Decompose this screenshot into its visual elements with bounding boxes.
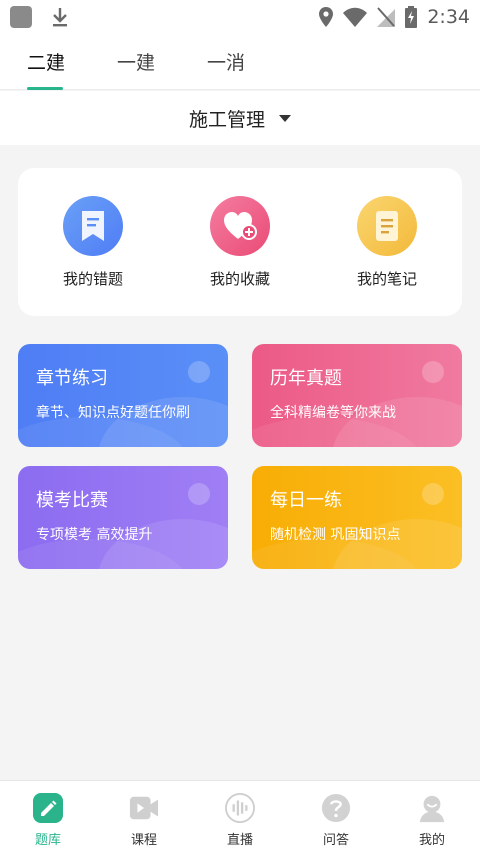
- quick-label-notes: 我的笔记: [356, 270, 417, 288]
- status-bar: 2:34: [0, 0, 480, 34]
- nav-label: 课程: [130, 833, 157, 848]
- note-icon: [357, 196, 417, 256]
- past-exams-card[interactable]: 历年真题 全科精编卷等你来战: [252, 344, 462, 447]
- subject-label: 施工管理: [188, 108, 265, 131]
- card-subtitle: 全科精编卷等你来战: [270, 405, 396, 421]
- decorative-dot: [422, 361, 444, 383]
- decorative-dot: [422, 483, 444, 505]
- nav-courses[interactable]: 课程: [104, 793, 184, 848]
- mock-exam-card[interactable]: 模考比赛 专项模考 高效提升: [18, 466, 228, 569]
- card-title: 每日一练: [270, 490, 342, 511]
- quick-label-mistakes: 我的错题: [62, 270, 123, 288]
- quick-actions-card: 我的错题 我的收藏 我的笔记: [18, 168, 462, 316]
- nav-question-bank[interactable]: 题库: [8, 793, 88, 848]
- nav-label: 直播: [226, 833, 253, 848]
- exam-tabs: 二建 一建 一消: [0, 34, 480, 90]
- decorative-dot: [188, 483, 210, 505]
- battery-charging-icon: [405, 6, 418, 28]
- heart-plus-icon: [210, 196, 270, 256]
- tab-yixiao[interactable]: 一消: [207, 48, 245, 75]
- clock: 2:34: [427, 6, 470, 28]
- app-notification-icon: [10, 6, 32, 28]
- bookmark-list-icon: [63, 196, 123, 256]
- location-icon: [319, 7, 334, 27]
- nav-label: 我的: [418, 833, 445, 848]
- nav-label: 题库: [34, 833, 61, 848]
- tab-erjian[interactable]: 二建: [27, 48, 65, 75]
- pencil-icon: [33, 793, 63, 823]
- daily-practice-card[interactable]: 每日一练 随机检测 巩固知识点: [252, 466, 462, 569]
- my-notes-button[interactable]: 我的笔记: [332, 196, 442, 289]
- card-title: 章节练习: [36, 368, 108, 389]
- no-signal-icon: [377, 7, 396, 27]
- my-mistakes-button[interactable]: 我的错题: [38, 196, 148, 289]
- quick-label-favorites: 我的收藏: [209, 270, 270, 288]
- active-tab-indicator: [27, 87, 63, 90]
- nav-profile[interactable]: 我的: [392, 793, 472, 848]
- nav-qa[interactable]: 问答: [296, 793, 376, 848]
- profile-icon: [417, 793, 447, 823]
- my-favorites-button[interactable]: 我的收藏: [185, 196, 295, 289]
- video-play-icon: [129, 793, 159, 823]
- wifi-icon: [343, 7, 368, 27]
- card-title: 历年真题: [270, 368, 342, 389]
- tab-yijian[interactable]: 一建: [117, 48, 155, 75]
- chapter-practice-card[interactable]: 章节练习 章节、知识点好题任你刷: [18, 344, 228, 447]
- card-title: 模考比赛: [36, 490, 108, 511]
- download-icon: [53, 8, 67, 27]
- card-subtitle: 专项模考 高效提升: [36, 527, 153, 543]
- card-subtitle: 章节、知识点好题任你刷: [36, 405, 190, 421]
- caret-down-icon: [279, 114, 291, 122]
- subject-selector[interactable]: 施工管理: [0, 91, 480, 145]
- card-subtitle: 随机检测 巩固知识点: [270, 527, 401, 543]
- question-icon: [321, 793, 351, 823]
- live-audio-icon: [225, 793, 255, 823]
- nav-label: 问答: [322, 833, 349, 848]
- decorative-dot: [188, 361, 210, 383]
- nav-live[interactable]: 直播: [200, 793, 280, 848]
- bottom-nav: 题库 课程 直播 问答 我的: [0, 780, 480, 853]
